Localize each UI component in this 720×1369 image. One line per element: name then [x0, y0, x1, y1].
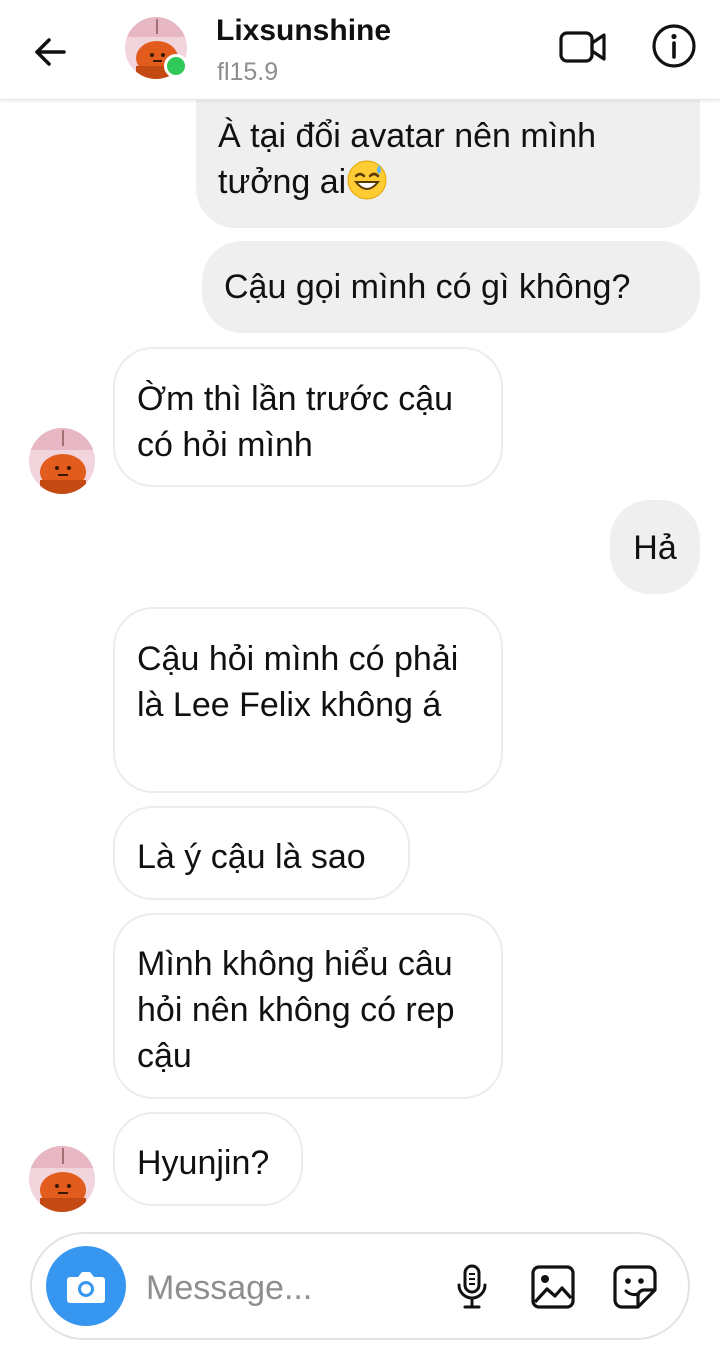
- contact-username: fl15.9: [217, 58, 279, 86]
- info-icon: [652, 24, 696, 68]
- message-text: Hả: [633, 529, 677, 567]
- sticker-icon: [613, 1265, 657, 1309]
- message-bubble-incoming[interactable]: Mình không hiểu câu hỏi nên không có rep…: [113, 913, 503, 1099]
- message-text: Mình không hiểu câu hỏi nên không có rep…: [137, 945, 455, 1075]
- camera-button[interactable]: [46, 1246, 126, 1326]
- arrow-left-icon: [35, 38, 66, 66]
- message-bubble-incoming[interactable]: Cậu hỏi mình có phải là Lee Felix không …: [113, 607, 503, 793]
- video-camera-icon: [559, 31, 606, 63]
- chat-screen: À tại đổi avatar nên mình tưởng ai Cậu g…: [0, 0, 720, 1369]
- microphone-button[interactable]: [450, 1260, 494, 1314]
- message-text: Hyunjin?: [137, 1144, 270, 1182]
- message-text: Ờm thì lần trước cậu có hỏi mình: [137, 380, 454, 464]
- sender-avatar[interactable]: [29, 428, 95, 494]
- message-text: Cậu gọi mình có gì không?: [224, 268, 631, 306]
- message-text: Là ý cậu là sao: [137, 838, 366, 876]
- gallery-button[interactable]: [528, 1262, 578, 1312]
- message-bubble-incoming[interactable]: Hyunjin?: [113, 1112, 303, 1206]
- online-status-indicator: [164, 54, 188, 78]
- sticker-button[interactable]: [610, 1262, 660, 1312]
- message-list[interactable]: À tại đổi avatar nên mình tưởng ai Cậu g…: [0, 0, 720, 1230]
- grinning-sweat-emoji-icon: [347, 160, 387, 200]
- microphone-icon: [457, 1264, 487, 1309]
- message-bubble-incoming[interactable]: Ờm thì lần trước cậu có hỏi mình: [113, 347, 503, 487]
- sender-avatar[interactable]: [29, 1146, 95, 1212]
- message-bubble-outgoing[interactable]: Cậu gọi mình có gì không?: [202, 241, 700, 333]
- camera-icon: [67, 1272, 105, 1303]
- message-text: À tại đổi avatar nên mình tưởng ai: [218, 117, 597, 201]
- message-bubble-outgoing[interactable]: Hả: [610, 500, 700, 594]
- back-button[interactable]: [24, 26, 76, 78]
- chat-header: Lixsunshine fl15.9: [0, 0, 720, 100]
- message-text: Cậu hỏi mình có phải là Lee Felix không …: [137, 640, 459, 724]
- gallery-icon: [531, 1265, 575, 1309]
- video-call-button[interactable]: [556, 24, 610, 70]
- contact-name[interactable]: Lixsunshine: [216, 14, 391, 48]
- message-composer: [30, 1232, 690, 1340]
- message-bubble-outgoing[interactable]: À tại đổi avatar nên mình tưởng ai: [196, 90, 700, 228]
- message-input[interactable]: [146, 1262, 436, 1314]
- info-button[interactable]: [648, 20, 700, 72]
- message-bubble-incoming[interactable]: Là ý cậu là sao: [113, 806, 410, 900]
